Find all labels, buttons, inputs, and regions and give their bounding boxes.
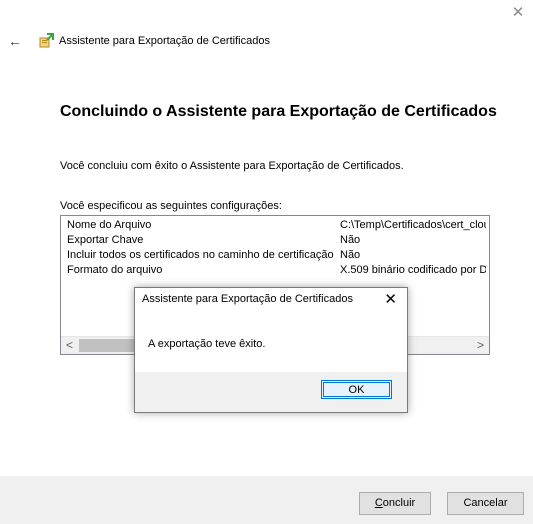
dialog-titlebar: Assistente para Exportação de Certificad… [135,288,407,312]
list-item[interactable]: Incluir todos os certificados no caminho… [61,248,489,263]
setting-value: Não [340,249,361,261]
dialog-title: Assistente para Exportação de Certificad… [142,293,353,305]
list-item[interactable]: Formato do arquivo X.509 binário codific… [61,263,489,278]
setting-value: Não [340,234,361,246]
cancel-button[interactable]: Cancelar [447,492,524,515]
list-item[interactable]: Exportar Chave Não [61,233,489,248]
wizard-footer: Concluir Cancelar [0,476,533,524]
scroll-left-icon[interactable]: < [61,337,78,354]
certificate-export-icon [38,33,54,49]
setting-name: Nome do Arquivo [67,219,152,231]
header-title: Assistente para Exportação de Certificad… [59,35,270,47]
dialog-close-icon[interactable]: ✕ [384,290,397,310]
setting-name: Formato do arquivo [67,264,163,276]
dialog-message: A exportação teve êxito. [148,338,266,350]
export-success-dialog: Assistente para Exportação de Certificad… [134,287,408,413]
back-arrow-icon[interactable]: ← [8,33,24,49]
finish-button[interactable]: Concluir [359,492,431,515]
setting-name: Incluir todos os certificados no caminho… [67,249,334,261]
ok-button[interactable]: OK [321,380,392,399]
wizard-header: ← Assistente para Exportação de Certific… [8,32,270,50]
window-close-icon[interactable]: ✕ [511,5,525,20]
setting-value: C:\Temp\Certificados\cert_cloud [340,219,486,231]
finish-label: oncluir [382,497,416,509]
settings-rows: Nome do Arquivo C:\Temp\Certificados\cer… [61,218,489,278]
scroll-right-icon[interactable]: > [472,337,489,354]
finish-accelerator: C [374,497,383,509]
scroll-thumb[interactable] [79,339,139,352]
settings-label: Você especificou as seguintes configuraç… [60,200,282,212]
setting-name: Exportar Chave [67,234,144,246]
page-title: Concluindo o Assistente para Exportação … [60,103,497,120]
dialog-footer: OK [135,372,407,412]
list-item[interactable]: Nome do Arquivo C:\Temp\Certificados\cer… [61,218,489,233]
setting-value: X.509 binário codificado por DER [340,264,486,276]
completion-message: Você concluiu com êxito o Assistente par… [60,160,404,172]
